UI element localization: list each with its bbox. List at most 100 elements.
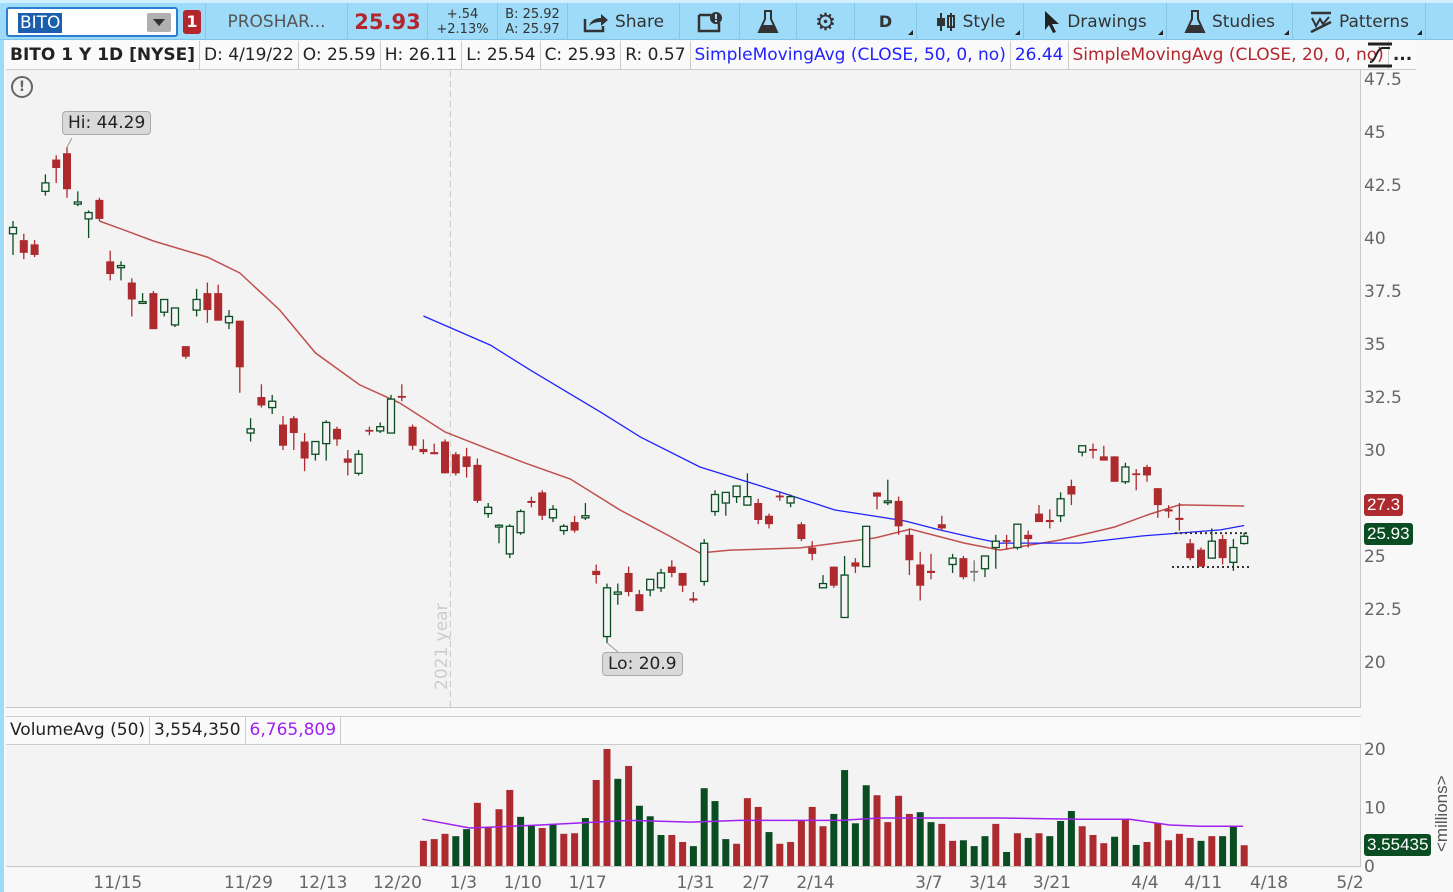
symbol-dropdown-button[interactable] xyxy=(147,13,171,32)
patterns-icon xyxy=(1310,11,1332,33)
price-axis-tick: 25 xyxy=(1364,547,1386,567)
volume-axis-tick: 10 xyxy=(1364,799,1386,819)
volume-axis-tick: 20 xyxy=(1364,740,1386,760)
gear-icon: ⚙ xyxy=(814,7,837,36)
year-marker-label: 2021 year xyxy=(432,603,452,690)
cursor-arrow-icon xyxy=(1045,10,1060,33)
toolbar: BITO 1 PROSHAR... 25.93 +.54 +2.13% B: 2… xyxy=(0,0,1453,40)
bid-price: B: 25.92 xyxy=(505,6,560,22)
caret-icon xyxy=(908,30,913,35)
date-axis-tick: 1/3 xyxy=(450,873,477,892)
date-axis-tick: 2/7 xyxy=(742,873,769,892)
price-axis-tick: 42.5 xyxy=(1364,176,1402,196)
price-chart-area[interactable] xyxy=(6,70,1361,708)
share-label: Share xyxy=(614,11,665,32)
patterns-button[interactable]: Patterns xyxy=(1293,3,1426,40)
drawings-label: Drawings xyxy=(1067,11,1147,32)
share-icon xyxy=(583,13,608,32)
studies-label: Studies xyxy=(1211,11,1276,32)
price-axis-tick: 22.5 xyxy=(1364,600,1402,620)
style-label: Style xyxy=(962,11,1006,32)
volume-last-label: 3.55435 xyxy=(1364,834,1432,856)
ask-price: A: 25.97 xyxy=(505,21,560,37)
date-axis-tick: 12/13 xyxy=(298,873,347,892)
date-axis-tick: 11/29 xyxy=(224,873,273,892)
caret-icon xyxy=(1015,30,1020,35)
volume-header: VolumeAvg (50) 3,554,350 6,765,809 xyxy=(6,716,1361,745)
volume-axis-tick: 0 xyxy=(1364,857,1375,877)
range-value: R: 0.57 xyxy=(621,41,691,69)
study-settings-icon[interactable] xyxy=(1366,42,1394,68)
sma50-study-label[interactable]: SimpleMovingAvg (CLOSE, 50, 0, no) xyxy=(691,41,1011,69)
alert-icon[interactable]: ! xyxy=(11,76,33,98)
price-axis-tick: 35 xyxy=(1364,335,1386,355)
sma20-price-label: 27.3 xyxy=(1364,494,1404,516)
sma20-study-label[interactable]: SimpleMovingAvg (CLOSE, 20, 0, no) xyxy=(1069,41,1389,69)
close-value: C: 25.93 xyxy=(541,41,622,69)
high-annotation: Hi: 44.29 xyxy=(62,111,152,135)
volume-current: 3,554,350 xyxy=(150,717,246,744)
volume-average: 6,765,809 xyxy=(246,717,342,744)
patterns-label: Patterns xyxy=(1338,11,1410,32)
date-axis-tick: 12/20 xyxy=(373,873,422,892)
alert-count-badge[interactable]: 1 xyxy=(183,10,201,34)
price-axis-tick: 30 xyxy=(1364,441,1386,461)
chart-info-bar: BITO 1 Y 1D [NYSE] D: 4/19/22 O: 25.59 H… xyxy=(6,41,1417,70)
date-axis-tick: 4/11 xyxy=(1184,873,1222,892)
date-axis-tick: 3/7 xyxy=(915,873,942,892)
net-change: +.54 xyxy=(446,6,479,22)
info-panel-icon xyxy=(697,11,722,32)
bid-ask-cell: B: 25.92 A: 25.97 xyxy=(498,3,568,40)
date-axis-tick: 4/4 xyxy=(1131,873,1158,892)
price-axis-tick: 40 xyxy=(1364,229,1386,249)
caret-icon xyxy=(1158,30,1163,35)
flask-icon xyxy=(757,9,779,33)
volume-units-label: <millions> xyxy=(1432,775,1451,852)
percent-change: +2.13% xyxy=(436,21,489,37)
price-axis-tick: 47.5 xyxy=(1364,70,1402,90)
info-button[interactable] xyxy=(680,3,740,40)
sma50-value: 26.44 xyxy=(1011,41,1069,69)
chevron-down-icon xyxy=(153,19,165,26)
style-button[interactable]: Style xyxy=(917,3,1024,40)
share-button[interactable]: Share xyxy=(568,3,680,40)
last-price: 25.93 xyxy=(348,3,428,40)
window-edge xyxy=(0,40,4,892)
price-axis-tick: 32.5 xyxy=(1364,388,1402,408)
date-axis-tick: 3/21 xyxy=(1033,873,1071,892)
aggregation-label: D xyxy=(878,12,893,31)
low-annotation: Lo: 20.9 xyxy=(602,652,683,676)
aggregation-button[interactable]: D xyxy=(855,3,917,40)
change-cell: +.54 +2.13% xyxy=(428,3,498,40)
volume-study-label[interactable]: VolumeAvg (50) xyxy=(6,717,151,744)
lab-button[interactable] xyxy=(740,3,797,40)
volume-chart-area[interactable] xyxy=(6,745,1361,867)
date-axis-tick: 3/14 xyxy=(969,873,1007,892)
open-value: O: 25.59 xyxy=(299,41,381,69)
date-value: D: 4/19/22 xyxy=(200,41,299,69)
date-axis-tick: 5/2 xyxy=(1336,873,1363,892)
settings-button[interactable]: ⚙ xyxy=(797,3,855,40)
drawings-button[interactable]: Drawings xyxy=(1024,3,1167,40)
date-axis-tick: 4/18 xyxy=(1250,873,1288,892)
date-axis-tick: 2/14 xyxy=(796,873,834,892)
date-axis-tick: 1/31 xyxy=(676,873,714,892)
symbol-input[interactable]: BITO xyxy=(6,7,178,37)
symbol-value[interactable]: BITO xyxy=(18,13,63,33)
symbol-description: PROSHAR... xyxy=(205,3,348,40)
price-axis-tick: 37.5 xyxy=(1364,282,1402,302)
caret-icon xyxy=(1284,30,1289,35)
caret-icon xyxy=(1417,30,1422,35)
flask-icon xyxy=(1184,9,1206,33)
price-axis-tick: 20 xyxy=(1364,653,1386,673)
high-value: H: 26.11 xyxy=(381,41,463,69)
low-value: L: 25.54 xyxy=(462,41,541,69)
studies-button[interactable]: Studies xyxy=(1167,3,1293,40)
last-price-label: 25.93 xyxy=(1364,523,1413,545)
date-axis-tick: 11/15 xyxy=(93,873,142,892)
price-axis-tick: 45 xyxy=(1364,123,1386,143)
date-axis-tick: 1/10 xyxy=(504,873,542,892)
candlestick-icon xyxy=(936,12,955,31)
chart-title: BITO 1 Y 1D [NYSE] xyxy=(6,41,201,69)
date-axis-tick: 1/17 xyxy=(568,873,606,892)
